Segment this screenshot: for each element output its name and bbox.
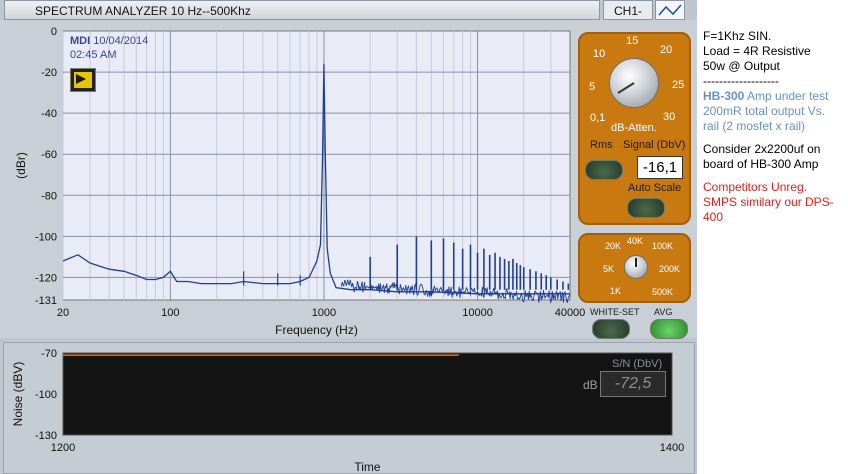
sn-label: S/N (DbV) <box>612 358 663 370</box>
noise-chart: -70 -100 -1301200 1400 Time Noise (dBV) <box>11 348 684 474</box>
note-consider: Consider 2x2200uf on board of HB-300 Amp <box>703 142 821 171</box>
note-competitors: Competitors Unreg. SMPS similary our DPS… <box>703 180 834 224</box>
test-notes: F=1Khz SIN. Load = 4R Resistive 50w @ Ou… <box>703 29 843 225</box>
hb-brand: HB-300 <box>703 89 745 103</box>
sn-value-display: -72,5 <box>600 371 666 397</box>
note-divider: ------------------- <box>703 74 779 88</box>
note-line2: Load = 4R Resistive <box>703 44 811 58</box>
noise-y-tick-label: -130 <box>35 430 57 442</box>
note-hb300: HB-300 Amp under test 200mR total output… <box>703 89 843 134</box>
noise-x-tick-label: 1200 <box>51 442 75 454</box>
db-label: dB <box>583 378 598 392</box>
note-line1: F=1Khz SIN. <box>703 29 772 43</box>
noise-y-axis-label: Noise (dBV) <box>11 362 25 427</box>
note-line3: 50w @ Output <box>703 59 780 73</box>
noise-y-tick-label: -100 <box>35 389 57 401</box>
noise-x-axis-label: Time <box>354 460 381 474</box>
noise-plot-area <box>62 352 673 436</box>
noise-y-tick-label: -70 <box>41 348 57 360</box>
noise-x-tick-label: 1400 <box>660 442 684 454</box>
spectrum-analyzer-window: SPECTRUM ANALYZER 10 Hz--500Khz CH1- 0 -2… <box>0 0 697 474</box>
